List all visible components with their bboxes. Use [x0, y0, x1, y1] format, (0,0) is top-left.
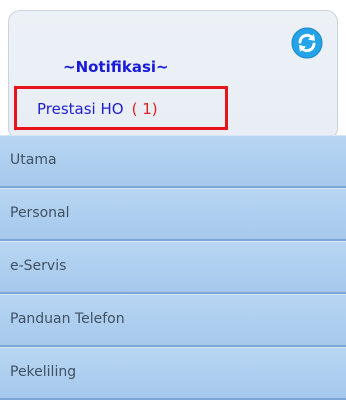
menu-item-pekeliling[interactable]: Pekeliling — [0, 347, 346, 400]
menu-item-label: Utama — [10, 152, 57, 168]
notification-item-prestasi-ho[interactable]: Prestasi HO ( 1) — [37, 100, 158, 118]
menu-item-label: Personal — [10, 205, 70, 221]
menu-item-panduan-telefon[interactable]: Panduan Telefon — [0, 294, 346, 347]
menu-item-personal[interactable]: Personal — [0, 188, 346, 241]
refresh-button[interactable] — [291, 27, 323, 59]
refresh-icon — [291, 27, 323, 59]
notification-item-label: Prestasi HO — [37, 100, 124, 118]
menu-item-label: e-Servis — [10, 258, 67, 274]
menu-item-label: Pekeliling — [10, 364, 77, 380]
menu-item-utama[interactable]: Utama — [0, 135, 346, 188]
notification-count-badge: ( 1) — [131, 100, 158, 118]
menu-item-label: Panduan Telefon — [10, 311, 125, 327]
notification-highlight-box: Prestasi HO ( 1) — [14, 86, 228, 130]
notification-title: ~Notifikasi~ — [63, 58, 169, 76]
main-menu: Utama Personal e-Servis Panduan Telefon … — [0, 135, 346, 400]
menu-item-e-servis[interactable]: e-Servis — [0, 241, 346, 294]
